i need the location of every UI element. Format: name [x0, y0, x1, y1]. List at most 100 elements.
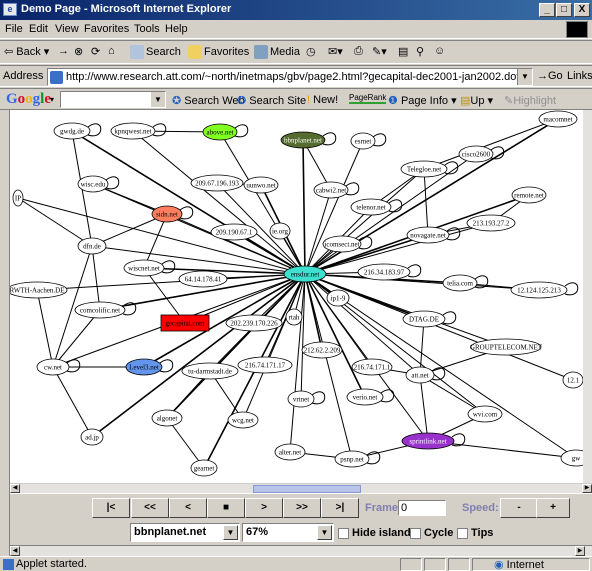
- stop-icon[interactable]: ⊗: [74, 45, 83, 58]
- page-horizontal-scrollbar[interactable]: ◀ ▶: [10, 545, 592, 556]
- graph-node[interactable]: uunwo.net: [243, 176, 279, 194]
- tips-box[interactable]: [457, 527, 468, 539]
- graph-node[interactable]: 212.62.2.209: [301, 341, 343, 359]
- node-select[interactable]: bbnplanet.net ▼: [130, 523, 240, 542]
- graph-node[interactable]: 209.190.67.1: [210, 223, 258, 241]
- address-dropdown-icon[interactable]: ▼: [517, 69, 532, 85]
- graph-node[interactable]: rtah: [285, 308, 303, 326]
- fast-forward-button[interactable]: >>: [283, 498, 321, 518]
- graph-node[interactable]: 213.193.27.2: [466, 214, 516, 232]
- menu-help[interactable]: Help: [165, 23, 188, 35]
- address-input[interactable]: http://www.research.att.com/~north/inetm…: [47, 68, 533, 86]
- graph-node[interactable]: sprintlink.net: [401, 432, 455, 450]
- graph-node[interactable]: Level3.net: [125, 358, 163, 376]
- graph-node[interactable]: 12.124.125.213: [510, 281, 568, 299]
- graph-node[interactable]: telenor.net: [350, 198, 392, 216]
- go-button[interactable]: →Go: [537, 70, 563, 82]
- graph-node[interactable]: psnp.net: [334, 450, 370, 468]
- links-button[interactable]: Links: [567, 70, 592, 82]
- graph-node[interactable]: gearnet: [190, 459, 218, 477]
- graph-node[interactable]: RWTH-Aachen.DE: [10, 281, 68, 299]
- graph-node[interactable]: verio.net: [346, 388, 384, 406]
- graph-node[interactable]: 216.34.183.97: [357, 263, 411, 281]
- graph-node[interactable]: bbnplanet.net: [280, 131, 326, 149]
- zoom-select[interactable]: 67% ▼: [242, 523, 334, 542]
- graph-node[interactable]: cabwi2.net: [313, 181, 349, 199]
- graph-node[interactable]: above.net: [202, 123, 238, 141]
- menu-favorites[interactable]: Favorites: [84, 23, 129, 35]
- graph-node[interactable]: sidn.net: [151, 205, 183, 223]
- graph-node[interactable]: wvi.com: [467, 405, 503, 423]
- graph-node[interactable]: tu-darmstadt.de: [181, 362, 239, 380]
- graph-node[interactable]: algonet: [151, 409, 183, 427]
- first-frame-button[interactable]: |<: [92, 498, 130, 518]
- graph-node[interactable]: ensdur.net: [283, 265, 327, 283]
- graph-node[interactable]: comcolific.net: [74, 301, 126, 319]
- history-icon[interactable]: ◷: [306, 45, 316, 58]
- menu-edit[interactable]: Edit: [29, 23, 48, 35]
- graph-node[interactable]: wcg.net: [227, 411, 259, 429]
- close-button[interactable]: X: [574, 3, 590, 17]
- menu-file[interactable]: File: [5, 23, 23, 35]
- tips-checkbox[interactable]: Tips: [457, 527, 493, 539]
- graph-node[interactable]: telia.com: [442, 274, 478, 292]
- home-icon[interactable]: ⌂: [108, 45, 115, 57]
- scroll-thumb[interactable]: [253, 485, 361, 493]
- graph-node[interactable]: vrtnet: [287, 390, 315, 408]
- scroll-right-icon[interactable]: ▶: [582, 484, 592, 493]
- media-button[interactable]: Media: [254, 45, 300, 59]
- graph-node[interactable]: wiscnet.net: [123, 259, 165, 277]
- highlight-button[interactable]: ✎Highlight: [504, 94, 556, 107]
- speed-down-button[interactable]: -: [500, 498, 538, 518]
- graph-node[interactable]: 209.67.196.193: [190, 174, 244, 192]
- vertical-scrollbar[interactable]: [583, 110, 592, 483]
- stop-button[interactable]: ■: [207, 498, 245, 518]
- graph-viewer[interactable]: gwdg.de kpnqwest.net above.net bbnplanet.ne…: [10, 110, 585, 483]
- discuss-icon[interactable]: ▤: [398, 45, 408, 58]
- graph-node[interactable]: Telegloe.net: [400, 160, 448, 178]
- graph-node[interactable]: 202.239.170.226: [225, 314, 283, 332]
- graph-node[interactable]: dfn.de: [77, 237, 107, 255]
- graph-node[interactable]: esrnet: [350, 132, 376, 150]
- new-button[interactable]: ! New!: [307, 94, 338, 106]
- graph-node[interactable]: ip1-9: [326, 289, 350, 307]
- graph-node[interactable]: IP: [12, 189, 24, 207]
- graph-node[interactable]: cisco2600: [458, 145, 494, 163]
- graph-node[interactable]: cw.net: [36, 358, 70, 376]
- search-web-button[interactable]: ✪ Search Web: [172, 94, 245, 107]
- graph-node[interactable]: gwdg.de: [53, 122, 91, 140]
- graph-node[interactable]: kpnqwest.net: [110, 122, 156, 140]
- up-button[interactable]: ▤Up ▾: [460, 94, 493, 107]
- forward-button[interactable]: →: [58, 45, 69, 57]
- page-info-button[interactable]: ❶ Page Info ▾: [388, 94, 457, 107]
- next-frame-button[interactable]: >: [245, 498, 283, 518]
- speed-up-button[interactable]: +: [536, 498, 570, 518]
- graph-node[interactable]: 216.74.171.1: [351, 358, 393, 376]
- refresh-icon[interactable]: ⟳: [91, 45, 100, 58]
- last-frame-button[interactable]: >|: [321, 498, 359, 518]
- hide-islands-box[interactable]: [338, 527, 349, 539]
- graph-node[interactable]: ad.jp: [80, 428, 104, 446]
- google-menu-icon[interactable]: ▾: [50, 95, 54, 104]
- cycle-box[interactable]: [410, 527, 421, 539]
- graph-node[interactable]: 12.1: [562, 371, 584, 389]
- google-search-dropdown-icon[interactable]: ▼: [151, 92, 165, 107]
- page-scroll-left-icon[interactable]: ◀: [10, 546, 20, 556]
- graph-node[interactable]: gecapital.com: [160, 314, 210, 332]
- google-search-input[interactable]: ▼: [60, 91, 166, 108]
- search-button[interactable]: Search: [130, 45, 181, 59]
- horizontal-scrollbar[interactable]: ◀ ▶: [10, 483, 592, 493]
- messenger-icon[interactable]: ☺: [434, 45, 445, 57]
- maximize-button[interactable]: □: [556, 3, 572, 17]
- scroll-left-icon[interactable]: ◀: [10, 484, 20, 493]
- graph-svg[interactable]: gwdg.de kpnqwest.net above.net bbnplanet.ne…: [10, 110, 585, 483]
- page-scroll-right-icon[interactable]: ▶: [575, 546, 585, 556]
- node-select-dropdown-icon[interactable]: ▼: [223, 525, 238, 540]
- graph-node[interactable]: wisc.edu: [77, 175, 109, 193]
- graph-node[interactable]: gw: [560, 449, 585, 467]
- minimize-button[interactable]: _: [539, 3, 555, 17]
- graph-node[interactable]: DTAG.DE: [402, 310, 446, 328]
- cycle-checkbox[interactable]: Cycle: [410, 527, 453, 539]
- graph-node[interactable]: novagate.net: [406, 226, 450, 244]
- frame-input[interactable]: 0: [398, 500, 446, 516]
